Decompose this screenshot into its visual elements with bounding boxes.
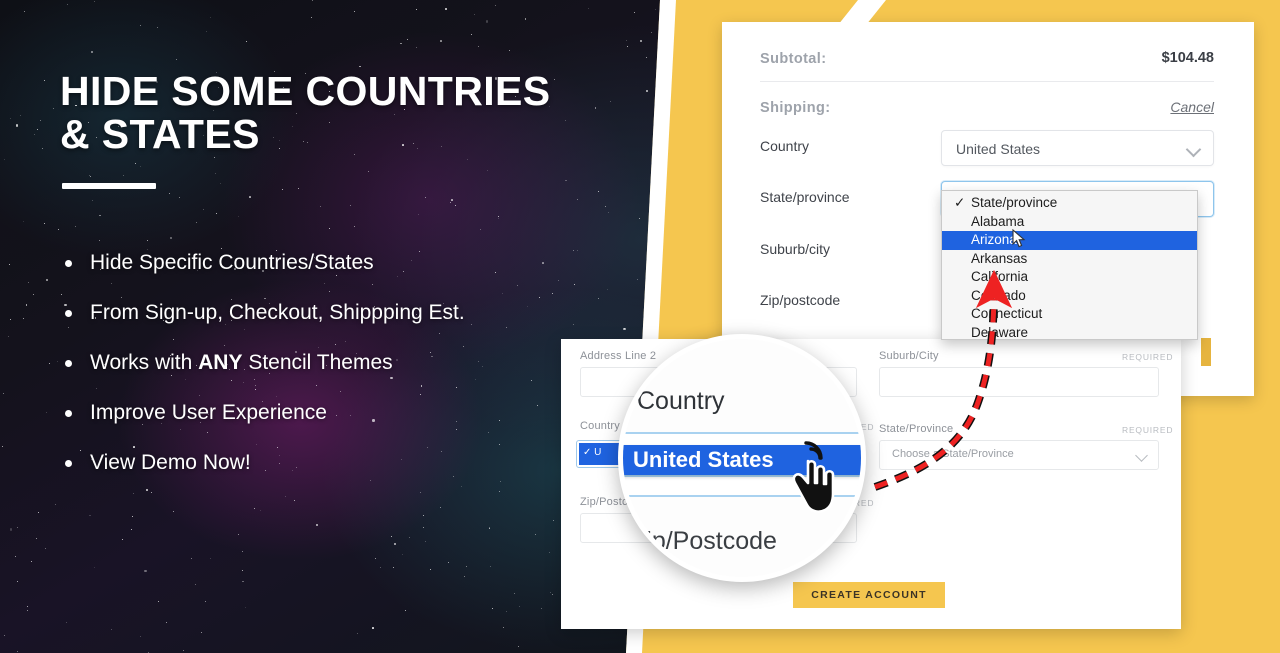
- subtotal-row: Subtotal: $104.48: [760, 50, 1214, 68]
- country-label: Country: [580, 420, 620, 432]
- mouse-pointer-icon: [1012, 229, 1026, 248]
- magnified-selected-option-label: United States: [633, 447, 774, 472]
- chevron-down-icon: [1185, 141, 1202, 158]
- red-callout-arrow: [873, 269, 1013, 491]
- list-item-label: View Demo Now!: [90, 451, 251, 474]
- address-line-2-label: Address Line 2: [580, 350, 657, 362]
- list-item: Works with ANY Stencil Themes: [60, 352, 600, 373]
- list-item-label: Works with: [90, 351, 199, 374]
- list-item-label-tail: Stencil Themes: [242, 351, 393, 374]
- dropdown-option-label: Arkansas: [971, 250, 1028, 266]
- list-item-label: From Sign-up, Checkout, Shippping Est.: [90, 301, 465, 324]
- chevron-down-icon: [1135, 449, 1148, 462]
- dropdown-option[interactable]: Alabama: [942, 213, 1197, 232]
- cancel-link[interactable]: Cancel: [1170, 99, 1214, 115]
- magnified-zip-label: Zip/Postcode: [631, 527, 777, 555]
- list-item: From Sign-up, Checkout, Shippping Est.: [60, 302, 600, 323]
- list-item-emphasis: ANY: [198, 351, 243, 374]
- partially-hidden-yellow-button[interactable]: [1201, 338, 1211, 366]
- subtotal-label: Subtotal:: [760, 51, 827, 67]
- dropdown-option[interactable]: Arizona: [942, 231, 1197, 250]
- list-item: View Demo Now!: [60, 452, 600, 473]
- dropdown-option-label: State/province: [971, 195, 1058, 210]
- dropdown-option-label: Arizona: [971, 232, 1017, 247]
- shipping-row: Shipping: Cancel: [760, 99, 1214, 117]
- list-item: Hide Specific Countries/States: [60, 252, 600, 273]
- country-select[interactable]: United States: [941, 130, 1214, 166]
- country-select-value: United States: [956, 141, 1041, 157]
- state-label: State/province: [760, 189, 850, 205]
- hand-pointer-icon: [792, 441, 835, 513]
- page-title: HIDE SOME COUNTRIES & STATES: [60, 68, 620, 158]
- list-item-label: Hide Specific Countries/States: [90, 251, 374, 274]
- headline-line-1: HIDE SOME COUNTRIES: [60, 68, 551, 114]
- suburb-required-badge: REQUIRED: [1122, 352, 1174, 362]
- state-required-badge: REQUIRED: [1122, 425, 1174, 435]
- subtotal-value: $104.48: [1161, 50, 1214, 66]
- check-icon: ✓: [954, 195, 966, 210]
- slide-canvas: HIDE SOME COUNTRIES & STATES Hide Specif…: [0, 0, 1280, 653]
- list-item: Improve User Experience: [60, 402, 600, 423]
- divider: [760, 81, 1214, 82]
- suburb-label: Suburb/city: [760, 241, 831, 257]
- title-underline-rule: [62, 183, 156, 189]
- feature-list: Hide Specific Countries/States From Sign…: [60, 252, 600, 502]
- list-item-label: Improve User Experience: [90, 401, 327, 424]
- magnifier-lens: Country ✓ United States Zip/Postcode: [618, 334, 866, 582]
- headline-line-2: & STATES: [60, 111, 260, 158]
- dropdown-option-label: Alabama: [971, 213, 1025, 229]
- magnified-country-label: Country: [637, 387, 725, 415]
- shipping-label: Shipping:: [760, 100, 831, 116]
- country-label: Country: [760, 138, 810, 154]
- zip-label: Zip/postcode: [760, 292, 841, 308]
- create-account-button[interactable]: CREATE ACCOUNT: [793, 582, 945, 608]
- dropdown-option[interactable]: ✓ State/province: [942, 194, 1197, 213]
